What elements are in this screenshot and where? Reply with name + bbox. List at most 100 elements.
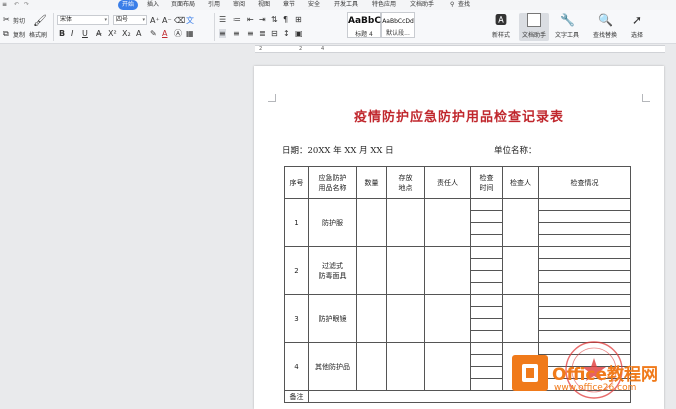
row-status[interactable]	[538, 306, 631, 319]
search-label[interactable]: 查找	[458, 0, 470, 10]
style-normal[interactable]: AaBbCcDd 默认段...	[381, 12, 415, 38]
row-location[interactable]	[386, 198, 425, 247]
find-replace-button[interactable]: 🔍 查找替换	[590, 13, 620, 39]
row-status[interactable]	[538, 294, 631, 307]
text-tools-button[interactable]: 🔧 文字工具	[552, 13, 582, 39]
sort-icon[interactable]: ⇅	[271, 15, 278, 24]
row-check-time[interactable]	[470, 294, 503, 307]
justify-icon[interactable]: ≣	[259, 29, 266, 38]
undo-icon[interactable]: ↶	[14, 0, 19, 10]
row-check-time[interactable]	[470, 318, 503, 331]
highlight-icon[interactable]: ✎	[150, 29, 157, 38]
search-icon[interactable]: ⚲	[450, 0, 454, 10]
ruler-scale[interactable]: 2 2 4	[255, 45, 665, 53]
distributed-icon[interactable]: ⊟	[271, 29, 278, 38]
row-status[interactable]	[538, 282, 631, 295]
show-marks-icon[interactable]: ¶	[283, 15, 288, 24]
clear-format-icon[interactable]: ⌫	[174, 16, 185, 25]
row-check-time[interactable]	[470, 198, 503, 211]
row-owner[interactable]	[424, 294, 471, 343]
row-check-time[interactable]	[470, 354, 503, 367]
tab-features[interactable]: 特色应用	[372, 0, 396, 10]
row-check-time[interactable]	[470, 378, 503, 391]
tab-review[interactable]: 审阅	[233, 0, 245, 10]
row-check-time[interactable]	[470, 210, 503, 223]
row-location[interactable]	[386, 342, 425, 391]
row-status[interactable]	[538, 318, 631, 331]
row-checker[interactable]	[502, 246, 539, 295]
superscript-icon[interactable]: X²	[108, 29, 117, 38]
tab-view[interactable]: 视图	[258, 0, 270, 10]
underline-icon[interactable]: U	[82, 29, 88, 38]
line-spacing-icon[interactable]: ↕	[283, 29, 290, 38]
row-quantity[interactable]	[356, 198, 387, 247]
row-location[interactable]	[386, 246, 425, 295]
borders-icon[interactable]: ⊞	[295, 15, 302, 24]
row-check-time[interactable]	[470, 258, 503, 271]
row-checker[interactable]	[502, 198, 539, 247]
align-right-icon[interactable]: ≡	[247, 29, 254, 38]
tab-developer[interactable]: 开发工具	[334, 0, 358, 10]
select-button[interactable]: ➚ 选择	[622, 13, 652, 39]
numbered-list-icon[interactable]: ≔	[233, 15, 241, 24]
tab-security[interactable]: 安全	[308, 0, 320, 10]
tab-doc-assistant[interactable]: 文档助手	[410, 0, 434, 10]
format-painter-icon[interactable]: 🖌	[33, 14, 47, 27]
strikethrough-icon[interactable]: A̶	[96, 29, 101, 38]
row-check-time[interactable]	[470, 234, 503, 247]
row-check-time[interactable]	[470, 222, 503, 235]
horizontal-ruler[interactable]: 2 2 4	[0, 44, 676, 54]
bold-icon[interactable]: B	[59, 29, 65, 38]
row-check-time[interactable]	[470, 366, 503, 379]
doc-assistant-button[interactable]: 文档助手	[519, 13, 549, 41]
tab-page-layout[interactable]: 页面布局	[171, 0, 195, 10]
row-status[interactable]	[538, 246, 631, 259]
row-location[interactable]	[386, 294, 425, 343]
decrease-indent-icon[interactable]: ⇤	[247, 15, 254, 24]
row-owner[interactable]	[424, 342, 471, 391]
row-status[interactable]	[538, 270, 631, 283]
char-border-icon[interactable]: Ⓐ	[174, 29, 182, 38]
tab-home[interactable]: 开始	[118, 0, 139, 10]
row-check-time[interactable]	[470, 270, 503, 283]
row-status[interactable]	[538, 198, 631, 211]
row-check-time[interactable]	[470, 306, 503, 319]
menu-icon[interactable]: ≡	[2, 0, 7, 10]
font-name-select[interactable]: 宋体 ▾	[57, 15, 109, 25]
text-effect-icon[interactable]: A	[136, 29, 141, 38]
row-quantity[interactable]	[356, 342, 387, 391]
row-status[interactable]	[538, 258, 631, 271]
shading-icon[interactable]: ▣	[295, 29, 303, 38]
increase-indent-icon[interactable]: ⇥	[259, 15, 266, 24]
font-size-select[interactable]: 四号 ▾	[113, 15, 147, 25]
cut-icon[interactable]: ✂	[3, 15, 10, 24]
row-owner[interactable]	[424, 198, 471, 247]
tab-insert[interactable]: 插入	[147, 0, 159, 10]
char-shading-icon[interactable]: ▦	[186, 29, 194, 38]
shrink-font-icon[interactable]: A⁻	[162, 16, 172, 25]
row-status[interactable]	[538, 234, 631, 247]
format-painter-button[interactable]: 格式刷	[29, 30, 47, 39]
row-quantity[interactable]	[356, 294, 387, 343]
tab-chapter[interactable]: 章节	[283, 0, 295, 10]
row-check-time[interactable]	[470, 342, 503, 355]
italic-icon[interactable]: I	[71, 29, 73, 38]
row-check-time[interactable]	[470, 246, 503, 259]
align-left-icon[interactable]: ≡	[219, 29, 226, 38]
phonetic-icon[interactable]: 文	[186, 16, 194, 25]
copy-icon[interactable]: ⧉	[3, 29, 9, 39]
row-status[interactable]	[538, 210, 631, 223]
row-owner[interactable]	[424, 246, 471, 295]
tab-references[interactable]: 引用	[208, 0, 220, 10]
align-center-icon[interactable]: ≡	[233, 29, 240, 38]
row-check-time[interactable]	[470, 282, 503, 295]
bullet-list-icon[interactable]: ☰	[219, 15, 226, 24]
row-quantity[interactable]	[356, 246, 387, 295]
new-style-button[interactable]: 🅰 新样式	[486, 13, 516, 39]
font-color-icon[interactable]: A	[162, 29, 167, 38]
style-heading4[interactable]: AaBbC 标题 4	[347, 12, 381, 38]
row-status[interactable]	[538, 222, 631, 235]
cut-button[interactable]: 剪切	[13, 16, 25, 25]
row-checker[interactable]	[502, 294, 539, 343]
copy-button[interactable]: 复制	[13, 30, 25, 39]
